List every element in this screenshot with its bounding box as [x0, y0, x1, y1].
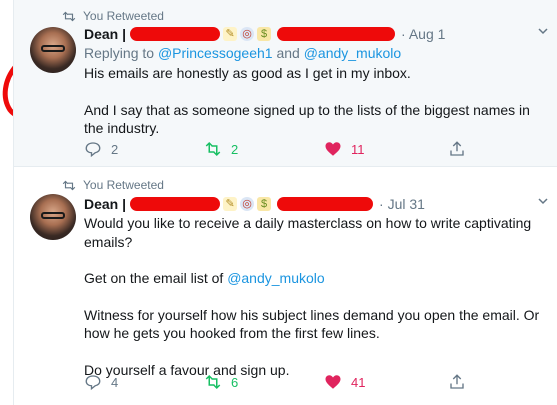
redacted-name: [130, 197, 221, 211]
retweet-button[interactable]: 2: [204, 139, 238, 159]
tweet-header: Dean | ✎ ◎ $ · Jul 31: [84, 195, 552, 213]
retweet-context: You Retweeted: [62, 178, 164, 192]
retweet-icon: [62, 11, 76, 21]
tweet-paragraph: And I say that as someone signed up to t…: [84, 101, 530, 137]
reply-count: 2: [111, 141, 119, 157]
tweet-actions: 2 2 11: [84, 139, 484, 159]
memo-emoji-icon: ✎: [223, 27, 238, 41]
redacted-handle: [277, 197, 374, 211]
mention-link[interactable]: @Princessogeeh1: [158, 45, 273, 61]
tweet-paragraph: Get on the email list of @andy_mukolo: [84, 270, 325, 286]
retweet-context: You Retweeted: [62, 9, 164, 23]
redacted-handle: [277, 27, 396, 41]
mention-link[interactable]: @andy_mukolo: [304, 45, 402, 61]
reply-icon: [85, 142, 101, 158]
author-name[interactable]: Dean |: [84, 196, 126, 212]
money-bag-emoji-icon: $: [257, 27, 272, 41]
author-name[interactable]: Dean |: [84, 26, 126, 42]
retweet-count: 2: [231, 141, 239, 157]
share-button[interactable]: [448, 139, 475, 159]
tweet-header: Dean | ✎ ◎ $ · Aug 1: [84, 25, 552, 43]
retweet-icon: [205, 374, 221, 390]
reply-button[interactable]: 4: [84, 372, 118, 392]
retweet-icon: [205, 141, 221, 157]
like-button[interactable]: 41: [324, 372, 365, 392]
chevron-down-icon[interactable]: [538, 26, 548, 36]
chevron-down-icon[interactable]: [538, 196, 548, 206]
like-count: 11: [351, 141, 365, 157]
money-bag-emoji-icon: $: [257, 197, 272, 211]
replying-to: Replying to @Princessogeeh1 and @andy_mu…: [84, 45, 402, 61]
reply-icon: [85, 375, 101, 391]
like-button[interactable]: 11: [324, 139, 365, 159]
share-button[interactable]: [448, 372, 475, 392]
tweet-paragraph: Witness for yourself how his subject lin…: [84, 306, 540, 342]
target-emoji-icon: ◎: [240, 27, 255, 41]
tweet-actions: 4 6 41: [84, 372, 484, 392]
like-count: 41: [351, 374, 366, 390]
avatar[interactable]: [30, 27, 76, 73]
tweet-date[interactable]: · Aug 1: [401, 26, 445, 42]
tweet-text: Would you like to receive a daily master…: [84, 214, 552, 379]
mention-link[interactable]: @andy_mukolo: [227, 270, 325, 286]
avatar[interactable]: [30, 194, 76, 240]
heart-icon: [325, 375, 341, 389]
target-emoji-icon: ◎: [240, 197, 255, 211]
retweet-icon: [62, 180, 76, 190]
retweet-label: You Retweeted: [83, 9, 164, 23]
heart-icon: [325, 142, 341, 156]
reply-count: 4: [111, 374, 119, 390]
tweet-paragraph: His emails are honestly as good as I get…: [84, 65, 411, 81]
retweet-button[interactable]: 6: [204, 372, 238, 392]
share-icon: [450, 141, 464, 156]
retweet-label: You Retweeted: [83, 178, 164, 192]
retweet-count: 6: [231, 374, 239, 390]
share-icon: [450, 374, 464, 389]
memo-emoji-icon: ✎: [223, 197, 238, 211]
tweet-text: His emails are honestly as good as I get…: [84, 64, 552, 138]
tweet-paragraph: Would you like to receive a daily master…: [84, 215, 532, 250]
tweet-card[interactable]: You Retweeted Dean | ✎ ◎ $ · Aug 1 Reply…: [13, 0, 557, 167]
redacted-name: [130, 27, 221, 41]
tweet-date[interactable]: · Jul 31: [379, 196, 425, 212]
reply-button[interactable]: 2: [84, 139, 118, 159]
tweet-card[interactable]: You Retweeted Dean | ✎ ◎ $ · Jul 31 Woul…: [13, 167, 557, 405]
